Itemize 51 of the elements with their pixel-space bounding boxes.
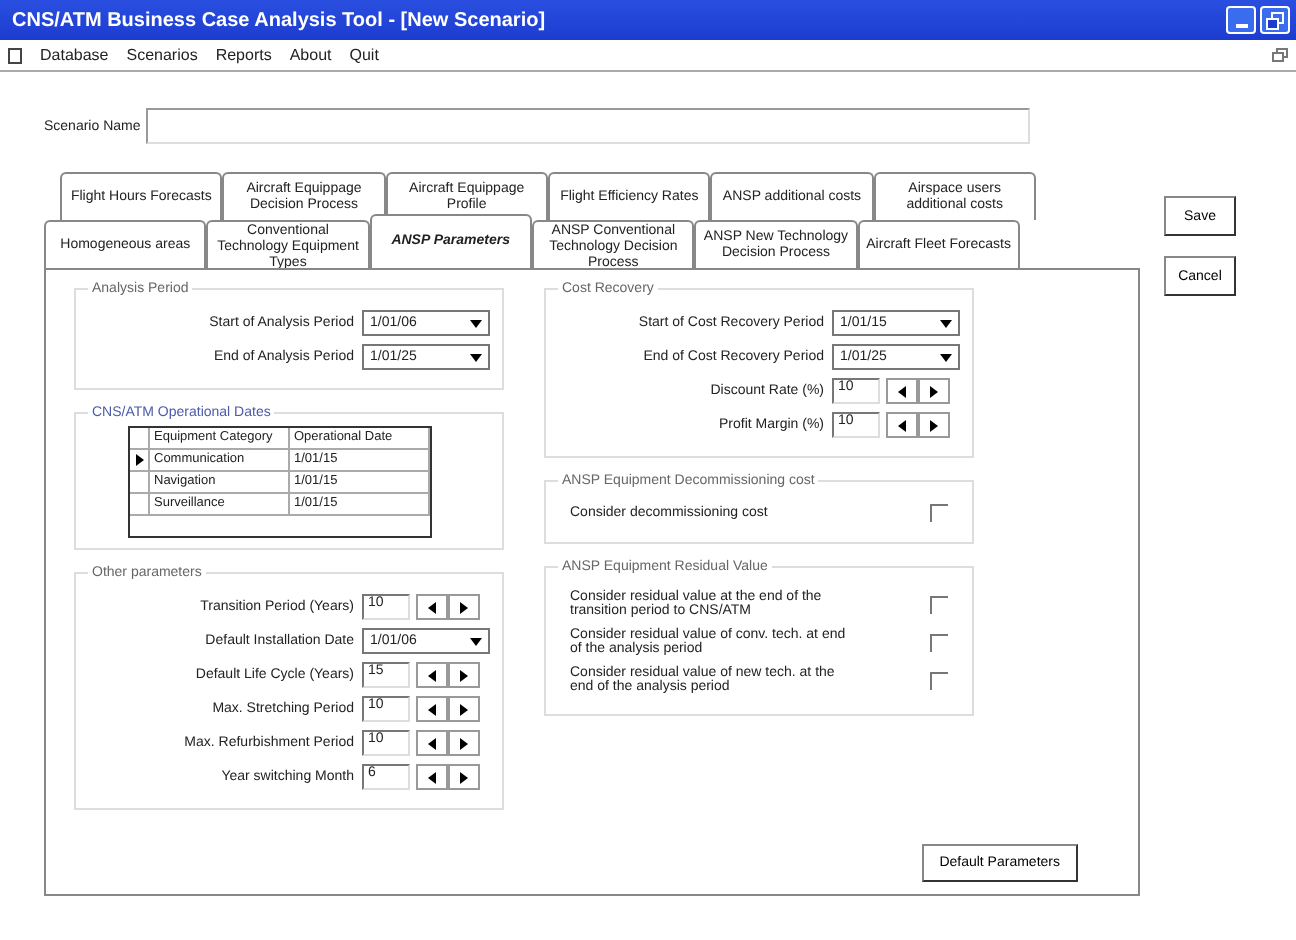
decrease-button[interactable] (886, 412, 918, 438)
left-arrow-icon (428, 737, 436, 749)
increase-button[interactable] (448, 662, 480, 688)
document-icon (8, 47, 22, 63)
right-arrow-icon (460, 669, 468, 681)
decrease-button[interactable] (886, 378, 918, 404)
decrease-button[interactable] (416, 594, 448, 620)
menu-item[interactable]: Scenarios (126, 46, 198, 64)
increase-button[interactable] (448, 594, 480, 620)
right-arrow-icon (460, 601, 468, 613)
dropdown-arrow-icon (470, 637, 482, 645)
menu-item[interactable]: About (289, 46, 332, 64)
increase-button[interactable] (448, 730, 480, 756)
restore-icon (1266, 11, 1284, 29)
checkbox[interactable] (930, 671, 948, 689)
dropdown-arrow-icon (470, 353, 482, 361)
left-arrow-icon (428, 601, 436, 613)
checkbox[interactable] (930, 595, 948, 613)
minimize-button[interactable] (1226, 6, 1256, 34)
menu-item[interactable]: Reports (215, 46, 272, 64)
decrease-button[interactable] (416, 730, 448, 756)
row-selector[interactable] (130, 450, 150, 470)
dropdown-arrow-icon (940, 353, 952, 361)
window-title: CNS/ATM Business Case Analysis Tool - [New Scenario] (12, 9, 546, 31)
left-arrow-icon (898, 385, 906, 397)
scenario-name-field[interactable] (146, 108, 1031, 144)
dropdown-arrow-icon (470, 319, 482, 327)
menu-item[interactable]: Database (40, 46, 109, 64)
increase-button[interactable] (918, 412, 950, 438)
right-arrow-icon (930, 385, 938, 397)
increase-button[interactable] (918, 378, 950, 404)
left-arrow-icon (428, 703, 436, 715)
decrease-button[interactable] (416, 662, 448, 688)
decrease-button[interactable] (416, 764, 448, 790)
checkbox[interactable] (930, 504, 948, 522)
right-arrow-icon (460, 737, 468, 749)
decrease-button[interactable] (416, 696, 448, 722)
left-arrow-icon (898, 419, 906, 431)
menu-item[interactable]: Quit (349, 46, 379, 64)
increase-button[interactable] (448, 696, 480, 722)
left-arrow-icon (428, 771, 436, 783)
right-arrow-icon (930, 419, 938, 431)
right-arrow-icon (460, 703, 468, 715)
right-arrow-icon (460, 771, 468, 783)
current-row-icon (135, 454, 143, 466)
increase-button[interactable] (448, 764, 480, 790)
left-arrow-icon (428, 669, 436, 681)
dropdown-arrow-icon (940, 319, 952, 327)
restore-button[interactable] (1260, 6, 1290, 34)
restore-icon[interactable] (1272, 48, 1288, 62)
checkbox[interactable] (930, 633, 948, 651)
